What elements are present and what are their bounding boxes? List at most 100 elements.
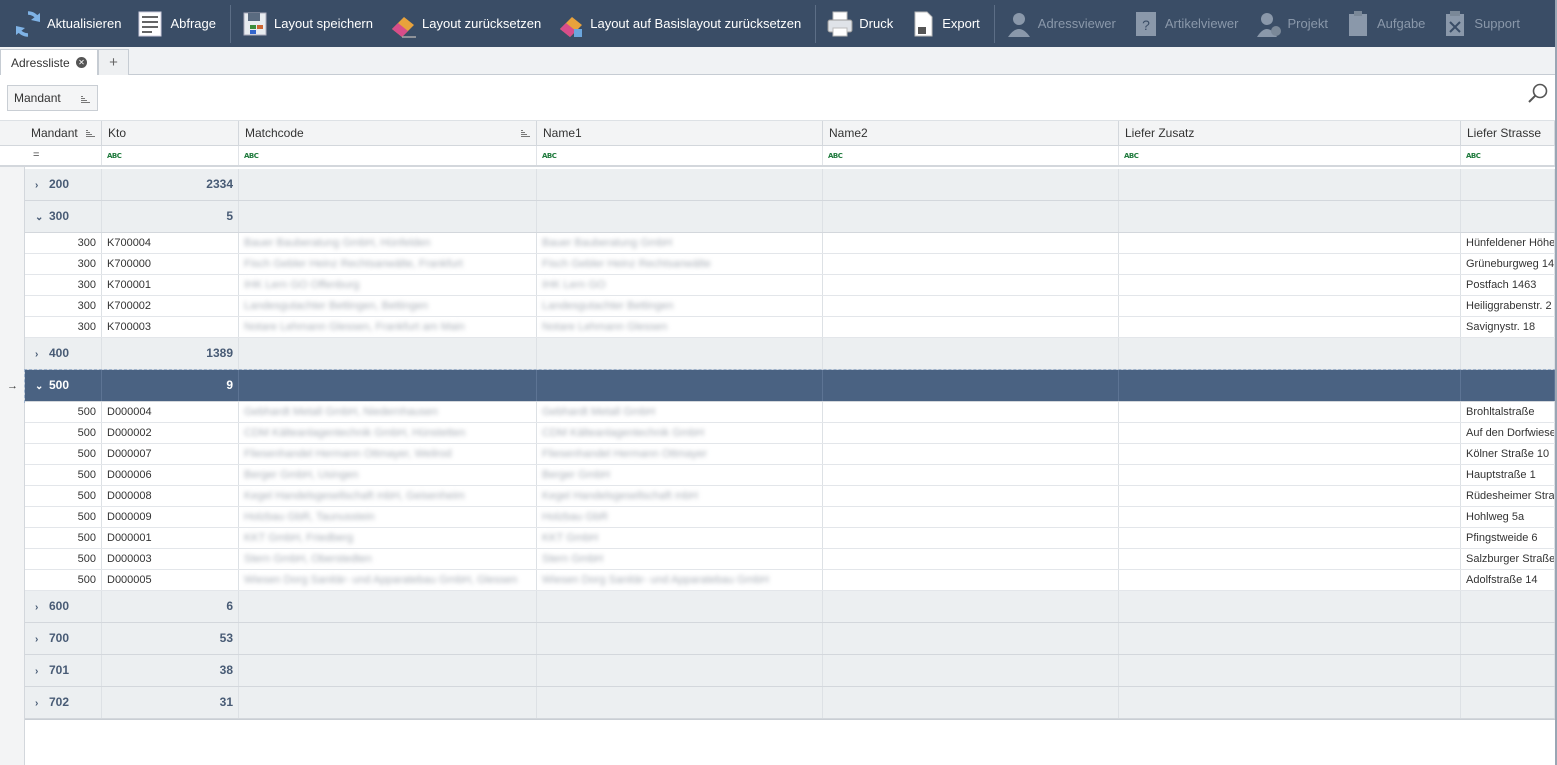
- add-tab-button[interactable]: +: [98, 49, 129, 75]
- group-by-panel: Mandant: [0, 76, 1557, 121]
- export-button[interactable]: Export: [903, 0, 990, 47]
- text-filter-icon: ABC: [828, 152, 843, 160]
- filter-cell[interactable]: ABC: [823, 146, 1119, 165]
- group-row[interactable]: › 200 2334: [25, 169, 1555, 201]
- group-key-label: 400: [49, 346, 70, 360]
- adressviewer-button[interactable]: Adressviewer: [999, 0, 1126, 47]
- chevron-right-icon[interactable]: ›: [35, 170, 45, 200]
- filter-cell[interactable]: ABC: [1119, 146, 1461, 165]
- support-button[interactable]: Support: [1435, 0, 1530, 47]
- group-empty-cell: [537, 623, 823, 654]
- table-row[interactable]: 500 D000006 Berger GmbH, Usingen Berger Gmb…: [25, 465, 1555, 486]
- table-row[interactable]: 500 D000001 KKT GmbH, Friedberg KKT GmbH Pfi…: [25, 528, 1555, 549]
- printer-icon: [824, 8, 856, 40]
- group-count-cell: 31: [102, 687, 239, 718]
- close-icon[interactable]: ✕: [76, 57, 87, 68]
- search-icon[interactable]: [1527, 82, 1549, 104]
- group-empty-cell: [823, 687, 1119, 718]
- table-row[interactable]: 500 D000002 CDM Kälteanlagentechnik GmbH, …: [25, 423, 1555, 444]
- chevron-right-icon[interactable]: ›: [35, 339, 45, 369]
- chevron-right-icon[interactable]: ›: [35, 592, 45, 622]
- chevron-down-icon[interactable]: ⌄: [35, 202, 45, 232]
- group-row[interactable]: › 701 38: [25, 655, 1555, 687]
- projekt-label: Projekt: [1287, 16, 1328, 31]
- group-empty-cell: [1119, 338, 1461, 369]
- name1-cell: Kegel Handelsgesellschaft mbH: [537, 486, 823, 506]
- group-row[interactable]: ⌄ 500 9: [24, 369, 1556, 403]
- table-row[interactable]: 300 K700004 Bauer Bauberatung GmbH, Hünfel…: [25, 233, 1555, 254]
- group-row[interactable]: › 400 1389: [25, 338, 1555, 370]
- table-row[interactable]: 300 K700001 IHK Lern GO Offenburg IHK Lern …: [25, 275, 1555, 296]
- layout-zurücksetzen-button[interactable]: Layout zurücksetzen: [383, 0, 551, 47]
- name1-text: Fisch Gebler Heinz Rechtsanwälte: [542, 258, 711, 270]
- liefer-zusatz-cell: [1119, 570, 1461, 590]
- group-row[interactable]: › 702 31: [25, 687, 1555, 719]
- liefer-zusatz-cell: [1119, 254, 1461, 274]
- liefer-zusatz-cell: [1119, 275, 1461, 295]
- matchcode-text: Wiesen Dorg Sanitär- und Apparatebau Gmb…: [244, 574, 518, 586]
- name2-cell: [823, 402, 1119, 422]
- matchcode-text: Bauer Bauberatung GmbH, Hünfelden: [244, 237, 431, 249]
- filter-cell[interactable]: ABC: [239, 146, 537, 165]
- group-row[interactable]: › 700 53: [25, 623, 1555, 655]
- layout-speichern-button[interactable]: Layout speichern: [235, 0, 383, 47]
- liefer-strasse-cell: Savignystr. 18: [1461, 317, 1555, 337]
- filter-cell[interactable]: =: [25, 146, 102, 165]
- column-header-liefer-strasse[interactable]: Liefer Strasse: [1461, 121, 1555, 146]
- toolbar-separator: [993, 4, 995, 43]
- chevron-right-icon[interactable]: ›: [35, 656, 45, 686]
- chevron-down-icon[interactable]: ⌄: [35, 371, 45, 401]
- column-header-matchcode[interactable]: Matchcode: [239, 121, 537, 146]
- chevron-right-icon[interactable]: ›: [35, 688, 45, 718]
- name1-cell: Gebhardt Metall GmbH: [537, 402, 823, 422]
- group-chip-mandant[interactable]: Mandant: [7, 85, 98, 111]
- table-row[interactable]: 300 K700003 Notare Lehmann Glessen, Frankf…: [25, 317, 1555, 338]
- aufgabe-button[interactable]: Aufgabe: [1338, 0, 1435, 47]
- column-header-kto[interactable]: Kto: [102, 121, 239, 146]
- group-empty-cell: [239, 370, 537, 401]
- liefer-zusatz-cell: [1119, 465, 1461, 485]
- group-row[interactable]: › 600 6: [25, 591, 1555, 623]
- aktualisieren-button[interactable]: Aktualisieren: [8, 0, 131, 47]
- group-key-cell: › 702: [25, 687, 102, 718]
- group-empty-cell: [1461, 169, 1555, 200]
- table-row[interactable]: 500 D000003 Stern GmbH, Oberstedten Stern G…: [25, 549, 1555, 570]
- mandant-cell: 500: [25, 486, 102, 506]
- layout-auf-basislayout-zurücksetzen-button[interactable]: Layout auf Basislayout zurücksetzen: [551, 0, 811, 47]
- kto-cell: K700003: [102, 317, 239, 337]
- table-row[interactable]: 300 K700000 Fisch Gebler Heinz Rechtsanwäl…: [25, 254, 1555, 275]
- kto-cell: D000003: [102, 549, 239, 569]
- table-row[interactable]: 500 D000005 Wiesen Dorg Sanitär- und Appar…: [25, 570, 1555, 591]
- table-row[interactable]: 500 D000007 Fliesenhandel Hermann Ottmayer…: [25, 444, 1555, 465]
- tab-adressliste[interactable]: Adressliste ✕: [0, 49, 98, 75]
- mandant-cell: 300: [25, 317, 102, 337]
- filter-cell[interactable]: ABC: [102, 146, 239, 165]
- filter-cell[interactable]: ABC: [1461, 146, 1555, 165]
- column-header-mandant[interactable]: Mandant: [25, 121, 102, 146]
- table-row[interactable]: 300 K700002 Landesgutachter Bettingen, Bet…: [25, 296, 1555, 317]
- table-row[interactable]: 500 D000008 Kegel Handelsgesellschaft mbH,…: [25, 486, 1555, 507]
- kto-cell: D000004: [102, 402, 239, 422]
- artikelviewer-button[interactable]: ? Artikelviewer: [1126, 0, 1249, 47]
- filter-cell[interactable]: ABC: [537, 146, 823, 165]
- toolbar-separator: [229, 4, 231, 43]
- group-empty-cell: [1119, 370, 1461, 401]
- group-empty-cell: [1119, 655, 1461, 686]
- column-header-liefer-zusatz[interactable]: Liefer Zusatz: [1119, 121, 1461, 146]
- table-row[interactable]: 500 D000004 Gebhardt Metall GmbH, Niedernh…: [25, 402, 1555, 423]
- table-row[interactable]: 500 D000009 Holzbau GbR, Taunusstein Holzba…: [25, 507, 1555, 528]
- liefer-zusatz-cell: [1119, 233, 1461, 253]
- kto-cell: K700004: [102, 233, 239, 253]
- abfrage-button[interactable]: Abfrage: [131, 0, 226, 47]
- column-header-name2[interactable]: Name2: [823, 121, 1119, 146]
- group-row[interactable]: ⌄ 300 5: [25, 201, 1555, 233]
- article-icon: ?: [1130, 8, 1162, 40]
- eraser-base-icon: [555, 8, 587, 40]
- column-header-name1[interactable]: Name1: [537, 121, 823, 146]
- druck-button[interactable]: Druck: [820, 0, 903, 47]
- group-count-cell: 53: [102, 623, 239, 654]
- projekt-button[interactable]: Projekt: [1249, 0, 1338, 47]
- group-count-cell: 38: [102, 655, 239, 686]
- group-empty-cell: [823, 370, 1119, 401]
- chevron-right-icon[interactable]: ›: [35, 624, 45, 654]
